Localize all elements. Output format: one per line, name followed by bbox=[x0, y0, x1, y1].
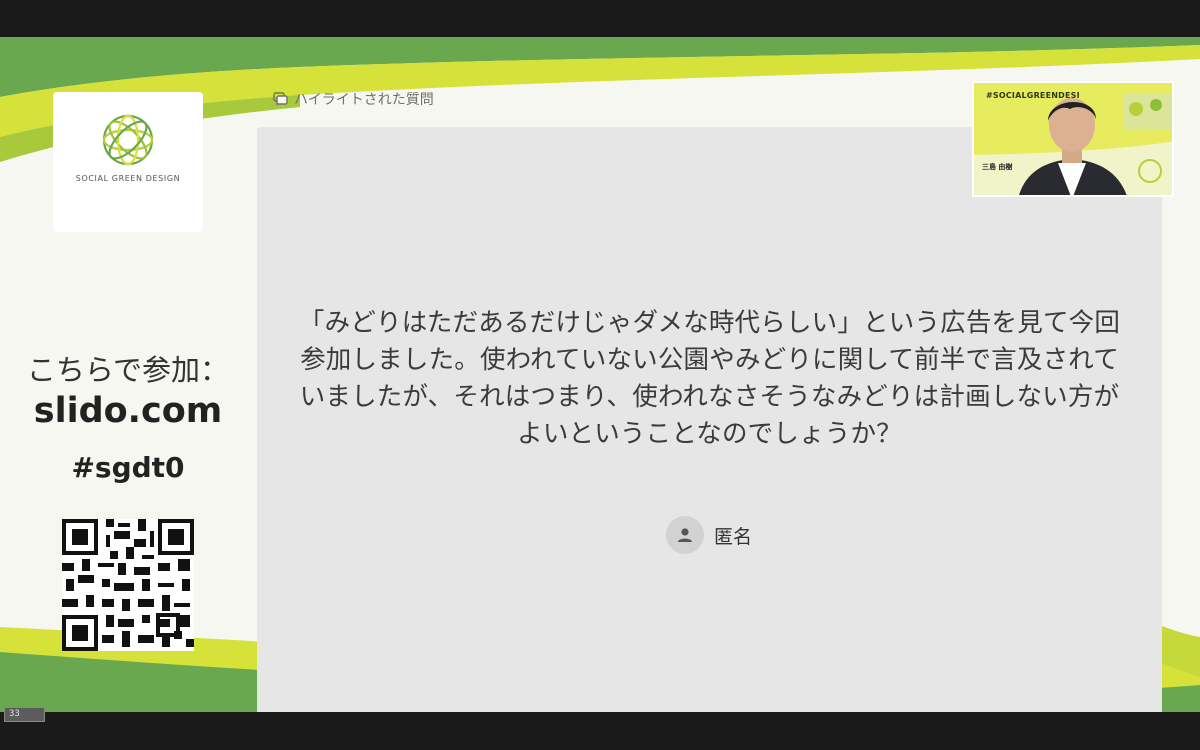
brand-name: SOCIAL GREEN DESIGN bbox=[75, 174, 181, 183]
user-avatar-icon bbox=[666, 516, 704, 554]
qr-code-icon[interactable] bbox=[62, 519, 194, 651]
speaker-video-feed bbox=[974, 83, 1172, 195]
bottom-bar bbox=[0, 712, 1200, 750]
highlight-question-icon bbox=[273, 92, 288, 106]
event-code: #sgdt0 bbox=[71, 451, 185, 484]
slido-site-link[interactable]: slido.com bbox=[8, 391, 248, 431]
slide-counter: 33 bbox=[4, 707, 45, 722]
speaker-video-tile[interactable]: #SOCIALGREENDESI 三島 由樹 bbox=[972, 81, 1174, 197]
question-card: 「みどりはただあるだけじゃダメな時代らしい」という広告を見て今回参加しました。使… bbox=[257, 127, 1162, 712]
presentation-slide: SOCIAL GREEN DESIGN こちらで参加： slido.com #s… bbox=[0, 37, 1200, 712]
question-author: 匿名 bbox=[666, 516, 752, 554]
highlighted-question-header: ハイライトされた質問 bbox=[273, 89, 434, 109]
question-text: 「みどりはただあるだけじゃダメな時代らしい」という広告を見て今回参加しました。使… bbox=[298, 308, 1121, 449]
video-hashtag: #SOCIALGREENDESI bbox=[986, 91, 1080, 100]
highlight-header-label: ハイライトされた質問 bbox=[294, 92, 434, 108]
top-bar bbox=[0, 0, 1200, 37]
author-name: 匿名 bbox=[714, 525, 753, 548]
brand-logo-card: SOCIAL GREEN DESIGN bbox=[53, 92, 203, 232]
brand-logo-icon bbox=[102, 114, 154, 166]
join-label: こちらで参加： bbox=[26, 353, 230, 387]
speaker-name: 三島 由樹 bbox=[982, 163, 1013, 171]
